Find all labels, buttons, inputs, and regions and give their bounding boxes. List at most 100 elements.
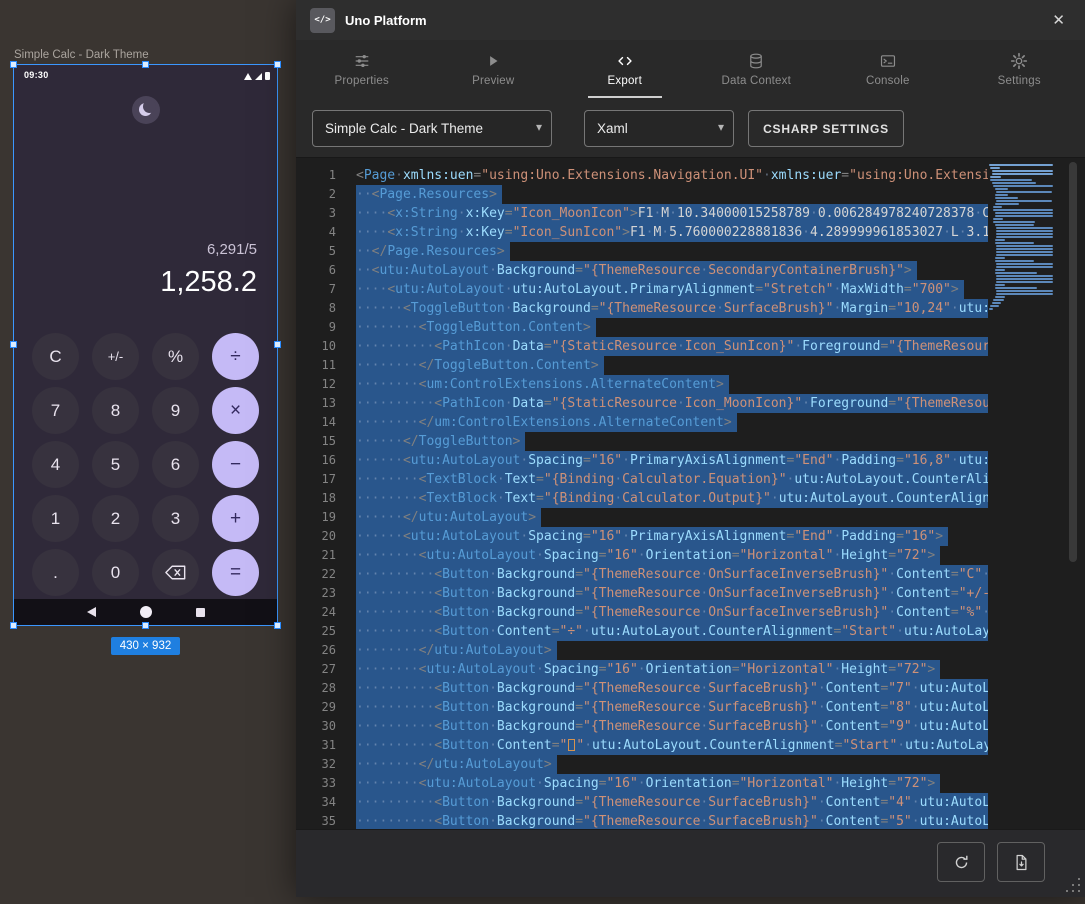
chevron-down-icon: ▾ <box>718 120 724 134</box>
code-line[interactable]: 15······</ToggleButton> <box>296 432 988 451</box>
resize-handle[interactable] <box>142 61 149 68</box>
key-clear[interactable]: C <box>32 333 79 380</box>
resize-handle[interactable] <box>274 61 281 68</box>
code-line[interactable]: 8······<ToggleButton·Background="{ThemeR… <box>296 299 988 318</box>
battery-icon <box>265 72 270 80</box>
code-line[interactable]: 29··········<Button·Background="{ThemeRe… <box>296 698 988 717</box>
tab-data-context[interactable]: Data Context <box>691 40 823 98</box>
tab-properties[interactable]: Properties <box>296 40 428 98</box>
key-three[interactable]: 3 <box>152 495 199 542</box>
csharp-settings-button[interactable]: CSHARP SETTINGS <box>748 110 904 147</box>
key-eight[interactable]: 8 <box>92 387 139 434</box>
code-line[interactable]: 10··········<PathIcon·Data="{StaticResou… <box>296 337 988 356</box>
code-area[interactable]: 1<Page·xmlns:uen="using:Uno.Extensions.N… <box>296 166 988 829</box>
window-titlebar[interactable]: </> Uno Platform ✕ <box>296 0 1085 40</box>
format-select-value: Xaml <box>597 121 628 136</box>
format-select[interactable]: Xaml ▾ <box>584 110 734 147</box>
code-line[interactable]: 11········</ToggleButton.Content> <box>296 356 988 375</box>
line-number: 19 <box>296 508 336 527</box>
home-icon[interactable] <box>140 606 152 618</box>
line-number: 33 <box>296 774 336 793</box>
resize-handle[interactable] <box>10 341 17 348</box>
status-time: 09:30 <box>24 70 49 80</box>
key-seven[interactable]: 7 <box>32 387 79 434</box>
code-line[interactable]: 20······<utu:AutoLayout·Spacing="16"·Pri… <box>296 527 988 546</box>
code-line[interactable]: 23··········<Button·Background="{ThemeRe… <box>296 584 988 603</box>
code-line[interactable]: 31··········<Button·Content=""·utu:AutoL… <box>296 736 988 755</box>
key-decimal[interactable]: . <box>32 549 79 596</box>
tab-preview[interactable]: Preview <box>428 40 560 98</box>
line-number: 1 <box>296 166 336 185</box>
resize-handle[interactable] <box>142 622 149 629</box>
line-number: 5 <box>296 242 336 261</box>
code-line[interactable]: 14········</um:ControlExtensions.Alterna… <box>296 413 988 432</box>
line-number: 22 <box>296 565 336 584</box>
back-icon[interactable] <box>87 607 96 617</box>
recents-icon[interactable] <box>196 608 205 617</box>
calculator-preview[interactable]: 09:30 6,291/5 1,258.2 C+/-%÷789×456−123+… <box>14 65 277 625</box>
code-line[interactable]: 35··········<Button·Background="{ThemeRe… <box>296 812 988 829</box>
resize-handle[interactable] <box>10 61 17 68</box>
code-line[interactable]: 3····<x:String·x:Key="Icon_MoonIcon">F1·… <box>296 204 988 223</box>
key-plus[interactable]: + <box>212 495 259 542</box>
code-line[interactable]: 13··········<PathIcon·Data="{StaticResou… <box>296 394 988 413</box>
key-five[interactable]: 5 <box>92 441 139 488</box>
code-line[interactable]: 7····<utu:AutoLayout·utu:AutoLayout.Prim… <box>296 280 988 299</box>
code-line[interactable]: 4····<x:String·x:Key="Icon_SunIcon">F1·M… <box>296 223 988 242</box>
code-line[interactable]: 30··········<Button·Background="{ThemeRe… <box>296 717 988 736</box>
code-line[interactable]: 27········<utu:AutoLayout·Spacing="16"·O… <box>296 660 988 679</box>
theme-toggle-button[interactable] <box>132 96 160 124</box>
export-file-button[interactable] <box>997 842 1045 882</box>
code-line[interactable]: 25··········<Button·Content="÷"·utu:Auto… <box>296 622 988 641</box>
code-line[interactable]: 9········<ToggleButton.Content> <box>296 318 988 337</box>
key-divide[interactable]: ÷ <box>212 333 259 380</box>
scrollbar-thumb[interactable] <box>1069 162 1077 562</box>
vertical-scrollbar[interactable] <box>1067 158 1079 829</box>
close-icon[interactable]: ✕ <box>1046 9 1071 31</box>
code-line[interactable]: 33········<utu:AutoLayout·Spacing="16"·O… <box>296 774 988 793</box>
minimap[interactable] <box>989 164 1057 311</box>
database-icon <box>747 52 765 70</box>
key-nine[interactable]: 9 <box>152 387 199 434</box>
refresh-button[interactable] <box>937 842 985 882</box>
line-number: 4 <box>296 223 336 242</box>
code-line[interactable]: 19······</utu:AutoLayout> <box>296 508 988 527</box>
code-line[interactable]: 26········</utu:AutoLayout> <box>296 641 988 660</box>
key-equals[interactable]: = <box>212 549 259 596</box>
code-line[interactable]: 18········<TextBlock·Text="{Binding·Calc… <box>296 489 988 508</box>
resize-handle[interactable] <box>274 341 281 348</box>
code-editor[interactable]: 1<Page·xmlns:uen="using:Uno.Extensions.N… <box>296 158 1085 829</box>
tab-export[interactable]: Export <box>559 40 691 98</box>
code-line[interactable]: 34··········<Button·Background="{ThemeRe… <box>296 793 988 812</box>
key-plus-minus[interactable]: +/- <box>92 333 139 380</box>
key-six[interactable]: 6 <box>152 441 199 488</box>
code-line[interactable]: 16······<utu:AutoLayout·Spacing="16"·Pri… <box>296 451 988 470</box>
tab-console[interactable]: Console <box>822 40 954 98</box>
code-line[interactable]: 2··<Page.Resources> <box>296 185 988 204</box>
code-line[interactable]: 22··········<Button·Background="{ThemeRe… <box>296 565 988 584</box>
code-line[interactable]: 6··<utu:AutoLayout·Background="{ThemeRes… <box>296 261 988 280</box>
line-number: 29 <box>296 698 336 717</box>
code-line[interactable]: 24··········<Button·Background="{ThemeRe… <box>296 603 988 622</box>
key-zero[interactable]: 0 <box>92 549 139 596</box>
code-line[interactable]: 12········<um:ControlExtensions.Alternat… <box>296 375 988 394</box>
key-percent[interactable]: % <box>152 333 199 380</box>
key-backspace[interactable] <box>152 549 199 596</box>
key-minus[interactable]: − <box>212 441 259 488</box>
code-line[interactable]: 28··········<Button·Background="{ThemeRe… <box>296 679 988 698</box>
code-line[interactable]: 32········</utu:AutoLayout> <box>296 755 988 774</box>
resize-grip[interactable] <box>1063 875 1081 893</box>
code-line[interactable]: 17········<TextBlock·Text="{Binding·Calc… <box>296 470 988 489</box>
key-four[interactable]: 4 <box>32 441 79 488</box>
phone-canvas[interactable]: 09:30 6,291/5 1,258.2 C+/-%÷789×456−123+… <box>14 65 277 625</box>
code-line[interactable]: 21········<utu:AutoLayout·Spacing="16"·O… <box>296 546 988 565</box>
resize-handle[interactable] <box>10 622 17 629</box>
key-one[interactable]: 1 <box>32 495 79 542</box>
resize-handle[interactable] <box>274 622 281 629</box>
page-select[interactable]: Simple Calc - Dark Theme ▾ <box>312 110 552 147</box>
code-line[interactable]: 1<Page·xmlns:uen="using:Uno.Extensions.N… <box>296 166 988 185</box>
code-line[interactable]: 5··</Page.Resources> <box>296 242 988 261</box>
tab-settings[interactable]: Settings <box>954 40 1085 98</box>
key-multiply[interactable]: × <box>212 387 259 434</box>
key-two[interactable]: 2 <box>92 495 139 542</box>
